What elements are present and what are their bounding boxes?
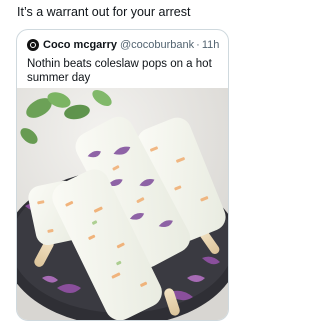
quoted-tweet-card[interactable]: Coco mcgarry @cocoburbank · 11h Nothin b… xyxy=(16,29,229,321)
quoted-tweet-header: Coco mcgarry @cocoburbank · 11h xyxy=(27,38,219,52)
author-display-name[interactable]: Coco mcgarry xyxy=(43,38,117,52)
post-caption: It’s a warrant out for your arrest xyxy=(17,5,191,19)
author-handle[interactable]: @cocoburbank xyxy=(120,38,194,52)
separator-dot: · xyxy=(196,39,200,51)
quoted-tweet-text: Nothin beats coleslaw pops on a hot summ… xyxy=(27,58,212,84)
coleslaw-popsicles-photo xyxy=(17,88,228,320)
avatar[interactable] xyxy=(27,39,39,51)
timestamp[interactable]: 11h xyxy=(202,38,220,52)
tweet-image[interactable] xyxy=(17,88,228,320)
